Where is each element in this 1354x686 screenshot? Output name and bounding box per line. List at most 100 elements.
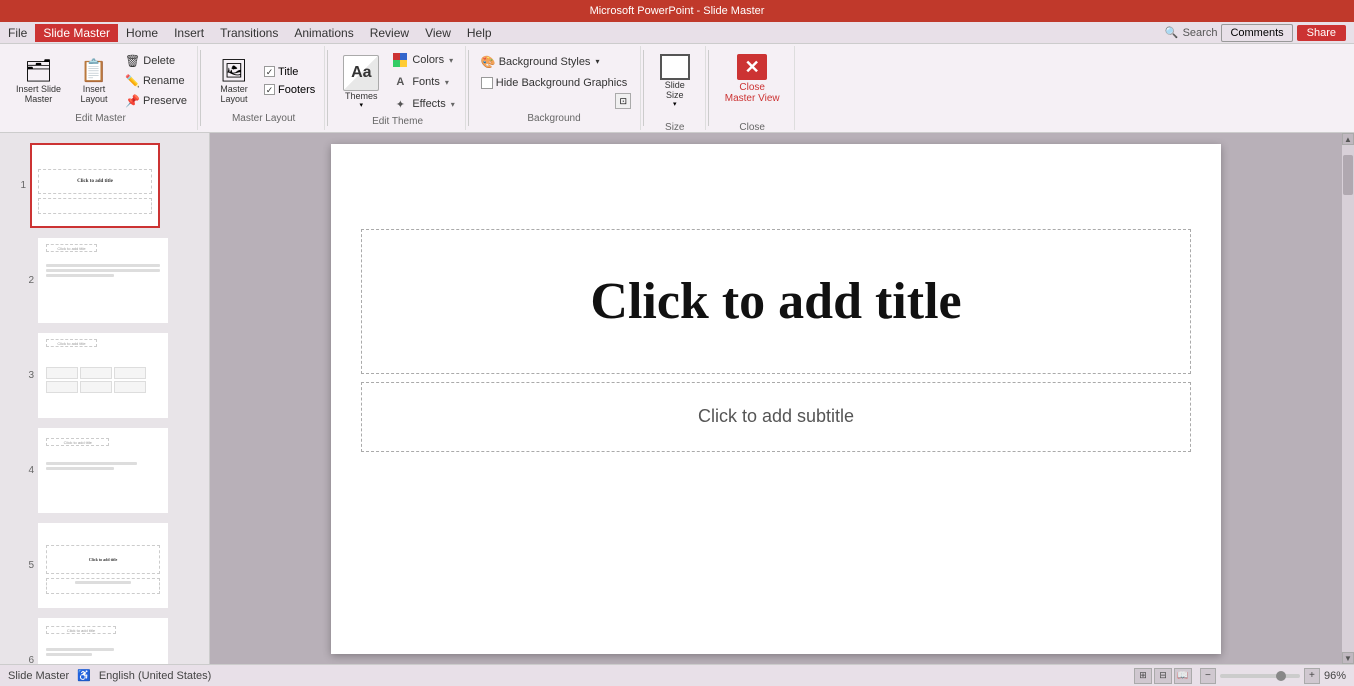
slide-thumb-6[interactable]: 6 Click to add title (12, 616, 205, 664)
menu-animations[interactable]: Animations (286, 24, 361, 42)
thumb-box-3d (46, 381, 78, 393)
hide-background-checkbox[interactable]: Hide Background Graphics (477, 75, 631, 91)
thumb-inner-2: Click to add title (38, 238, 168, 323)
colors-arrow: ▾ (449, 56, 453, 65)
search-icon: 🔍 (1165, 26, 1179, 39)
thumb-line-2b (46, 269, 159, 272)
thumb-box-3f (114, 381, 146, 393)
search-label[interactable]: Search (1183, 27, 1218, 39)
colors-button[interactable]: Colors ▾ (388, 50, 458, 70)
themes-button[interactable]: Aa Themes ▾ (336, 52, 386, 112)
title-checkbox[interactable]: Title (261, 65, 318, 79)
ribbon: 🗂 Insert SlideMaster 📋 InsertLayout 🗑 De… (0, 44, 1354, 133)
scroll-down-button[interactable]: ▼ (1342, 652, 1354, 664)
share-button[interactable]: Share (1297, 25, 1346, 41)
scroll-track (1342, 145, 1354, 652)
thumb-box-3a (46, 367, 78, 379)
slide-title-text: Click to add title (590, 272, 961, 331)
background-format-button[interactable]: ⊡ (615, 93, 631, 109)
insert-layout-label: InsertLayout (81, 84, 108, 104)
rename-button[interactable]: ✏️ Rename (121, 72, 191, 90)
master-layout-label: MasterLayout (220, 84, 248, 104)
delete-label: Delete (143, 55, 175, 67)
zoom-in-button[interactable]: + (1304, 668, 1320, 684)
accessibility-icon[interactable]: ♿ (77, 669, 91, 682)
effects-button[interactable]: ✦ Effects ▾ (388, 94, 458, 114)
slide-size-button[interactable]: SlideSize ▾ (652, 50, 698, 120)
preserve-button[interactable]: 📌 Preserve (121, 92, 191, 110)
size-group: SlideSize ▾ Size (646, 46, 706, 130)
status-bar: Slide Master ♿ English (United States) ⊞… (0, 664, 1354, 686)
main-area: 1 Click to add title 2 Click to add titl… (0, 133, 1354, 664)
master-layout-button[interactable]: 🖼 MasterLayout (209, 51, 259, 111)
thumb-content-2 (46, 264, 159, 279)
thumb-line-2a (46, 264, 159, 267)
slide-num-6: 6 (14, 655, 34, 664)
thumb-title-1: Click to add title (38, 169, 151, 193)
insert-slide-master-button[interactable]: 🗂 Insert SlideMaster (10, 51, 67, 111)
slide-thumb-4[interactable]: 4 Click to add title (12, 426, 205, 515)
effects-icon: ✦ (392, 96, 408, 112)
fonts-button[interactable]: A Fonts ▾ (388, 72, 458, 92)
slide-thumb-3[interactable]: 3 Click to add title (12, 331, 205, 420)
rename-label: Rename (143, 75, 185, 87)
menu-review[interactable]: Review (362, 24, 417, 42)
thumb-inner-5: Click to add title (38, 523, 168, 608)
footers-checkbox-box (264, 84, 275, 95)
zoom-slider[interactable] (1220, 674, 1300, 678)
master-layout-group: 🖼 MasterLayout Title Footers (203, 46, 325, 130)
background-styles-button[interactable]: 🎨 Background Styles ▾ (477, 53, 631, 71)
menu-home[interactable]: Home (118, 24, 166, 42)
thumb-line-4a (46, 462, 137, 465)
subtitle-placeholder[interactable]: Click to add subtitle (361, 382, 1191, 452)
title-placeholder[interactable]: Click to add title (361, 229, 1191, 374)
footers-checkbox-label: Footers (278, 84, 315, 96)
thumb-content-6 (46, 648, 159, 658)
themes-arrow: ▾ (360, 101, 364, 109)
thumb-canvas-5: Click to add title (40, 525, 166, 606)
thumb-inner-3: Click to add title (38, 333, 168, 418)
preserve-label: Preserve (143, 95, 187, 107)
menu-insert[interactable]: Insert (166, 24, 212, 42)
slide-canvas[interactable]: Click to add title Click to add subtitle (331, 144, 1221, 654)
slide-num-3: 3 (14, 370, 34, 381)
footers-checkbox[interactable]: Footers (261, 83, 318, 97)
slide-sorter-button[interactable]: ⊟ (1154, 668, 1172, 684)
insert-slide-master-icon: 🗂 (25, 58, 53, 84)
zoom-slider-thumb[interactable] (1276, 671, 1286, 681)
close-master-label: CloseMaster View (725, 82, 780, 104)
slide-thumb-2[interactable]: 2 Click to add title (12, 236, 205, 325)
slide-panel[interactable]: 1 Click to add title 2 Click to add titl… (0, 133, 210, 664)
edit-theme-label: Edit Theme (336, 114, 458, 129)
menu-slide-master[interactable]: Slide Master (35, 24, 118, 42)
delete-button[interactable]: 🗑 Delete (121, 52, 191, 70)
scroll-up-button[interactable]: ▲ (1342, 133, 1354, 145)
hide-background-label: Hide Background Graphics (496, 77, 627, 89)
reading-view-button[interactable]: 📖 (1174, 668, 1192, 684)
menu-file[interactable]: File (0, 24, 35, 42)
thumb-header-2: Click to add title (46, 244, 96, 252)
separator-1 (200, 50, 201, 126)
slide-size-arrow: ▾ (673, 100, 677, 108)
thumb-inner-4: Click to add title (38, 428, 168, 513)
close-group: ✕ CloseMaster View Close (711, 46, 795, 130)
separator-3 (468, 50, 469, 126)
normal-view-button[interactable]: ⊞ (1134, 668, 1152, 684)
edit-theme-group: Aa Themes ▾ Colors ▾ A (330, 46, 465, 130)
background-group: 🎨 Background Styles ▾ Hide Background Gr… (471, 46, 641, 130)
zoom-out-button[interactable]: − (1200, 668, 1216, 684)
insert-layout-button[interactable]: 📋 InsertLayout (69, 51, 119, 111)
scroll-thumb[interactable] (1343, 155, 1353, 195)
menu-transitions[interactable]: Transitions (212, 24, 286, 42)
slide-thumb-5[interactable]: 5 Click to add title (12, 521, 205, 610)
menu-help[interactable]: Help (459, 24, 500, 42)
slide-thumb-1[interactable]: 1 Click to add title (4, 141, 205, 230)
close-master-view-button[interactable]: ✕ CloseMaster View (717, 50, 788, 120)
language-label: English (United States) (99, 670, 212, 682)
thumb-canvas-1: Click to add title (32, 145, 158, 226)
thumb-canvas-6: Click to add title (40, 620, 166, 664)
menu-view[interactable]: View (417, 24, 459, 42)
comments-button[interactable]: Comments (1221, 24, 1292, 42)
zoom-label[interactable]: 96% (1324, 670, 1346, 682)
bg-styles-label: Background Styles (499, 56, 591, 68)
